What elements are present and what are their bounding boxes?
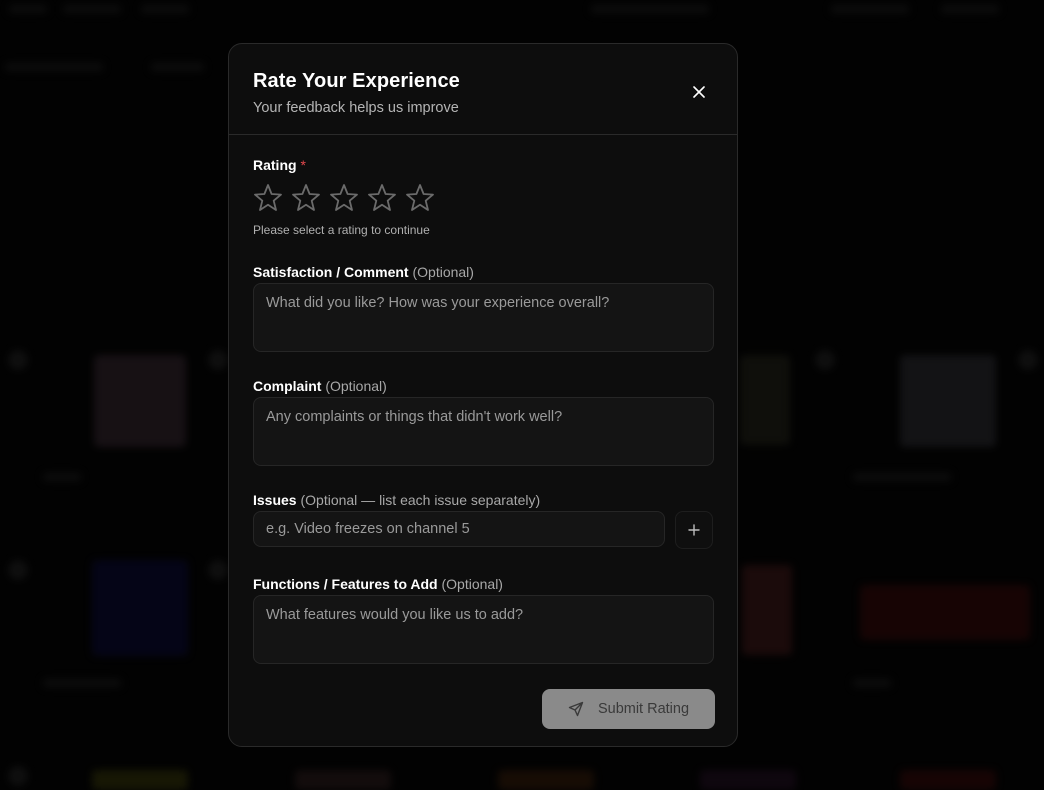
dialog-header: Rate Your Experience Your feedback helps… [229, 44, 737, 135]
complaint-textarea[interactable]: Any complaints or things that didn't wor… [253, 397, 714, 466]
issue-input[interactable]: e.g. Video freezes on channel 5 [253, 511, 665, 547]
issues-label: Issues (Optional — list each issue separ… [253, 492, 540, 508]
plus-icon [688, 524, 700, 536]
submit-rating-button[interactable]: Submit Rating [542, 689, 715, 729]
optional-tag: (Optional) [412, 264, 474, 280]
dialog-title: Rate Your Experience [253, 70, 460, 92]
features-label: Functions / Features to Add (Optional) [253, 576, 503, 592]
star-4-icon[interactable] [366, 182, 398, 214]
dialog-subtitle: Your feedback helps us improve [253, 100, 459, 116]
comment-textarea[interactable]: What did you like? How was your experien… [253, 283, 714, 352]
features-placeholder: What features would you like us to add? [266, 607, 524, 623]
rating-dialog: Rate Your Experience Your feedback helps… [228, 43, 738, 747]
comment-label-text: Satisfaction / Comment [253, 264, 409, 280]
star-2-icon[interactable] [290, 182, 322, 214]
rating-label: Rating * [253, 157, 306, 173]
complaint-placeholder: Any complaints or things that didn't wor… [266, 409, 563, 425]
comment-placeholder: What did you like? How was your experien… [266, 295, 610, 311]
complaint-label-text: Complaint [253, 378, 322, 394]
close-icon [693, 86, 705, 98]
required-marker: * [300, 157, 306, 173]
optional-tag: (Optional — list each issue separately) [300, 492, 541, 508]
star-rating[interactable] [252, 182, 436, 214]
optional-tag: (Optional) [441, 576, 503, 592]
rating-label-text: Rating [253, 157, 297, 173]
submit-label: Submit Rating [597, 701, 690, 717]
features-textarea[interactable]: What features would you like us to add? [253, 595, 714, 664]
star-3-icon[interactable] [328, 182, 360, 214]
issue-placeholder: e.g. Video freezes on channel 5 [266, 521, 470, 537]
issues-label-text: Issues [253, 492, 297, 508]
send-icon [568, 701, 584, 717]
complaint-label: Complaint (Optional) [253, 378, 387, 394]
add-issue-button[interactable] [675, 511, 713, 549]
star-1-icon[interactable] [252, 182, 284, 214]
optional-tag: (Optional) [325, 378, 387, 394]
close-button[interactable] [689, 82, 709, 102]
star-5-icon[interactable] [404, 182, 436, 214]
comment-label: Satisfaction / Comment (Optional) [253, 264, 474, 280]
rating-hint: Please select a rating to continue [253, 223, 430, 237]
features-label-text: Functions / Features to Add [253, 576, 438, 592]
